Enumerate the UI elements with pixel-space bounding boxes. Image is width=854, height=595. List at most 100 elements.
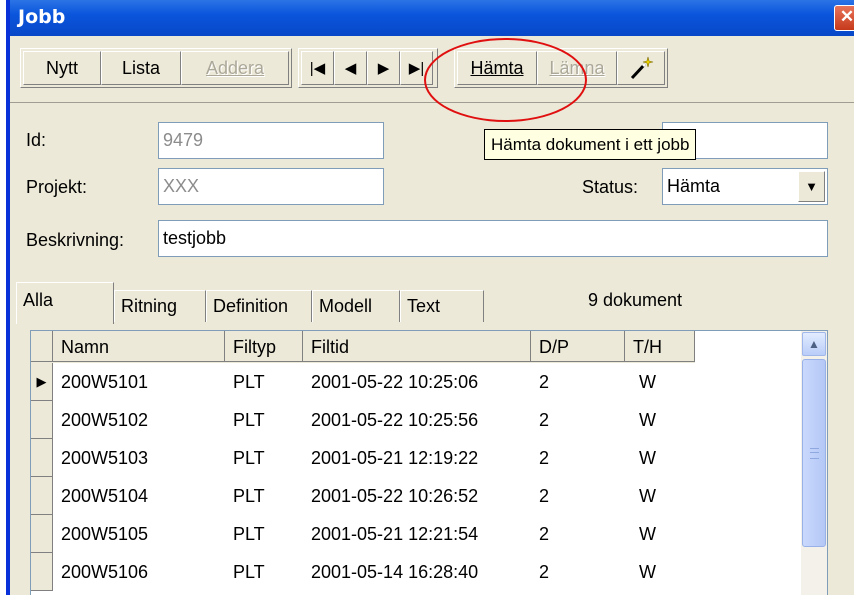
- table-cell: PLT: [233, 372, 265, 392]
- table-cell: PLT: [233, 524, 265, 544]
- previous-record-button[interactable]: ◀: [334, 51, 367, 85]
- table-cell: 2: [539, 562, 550, 582]
- tab-all[interactable]: Alla: [16, 282, 114, 324]
- submit-button-label: Lämna: [549, 57, 605, 78]
- document-count: 9 dokument: [588, 290, 683, 310]
- table-cell: PLT: [233, 410, 265, 430]
- table-row[interactable]: 200W5104 PLT 2001-05-22 10:26:52 2 W: [31, 477, 695, 515]
- scrollbar-thumb[interactable]: [802, 359, 826, 547]
- wizard-button[interactable]: [617, 51, 665, 85]
- new-button[interactable]: Nytt: [23, 51, 101, 85]
- table-row[interactable]: 200W5102 PLT 2001-05-22 10:25:56 2 W: [31, 401, 695, 439]
- documents-grid: Namn Filtyp Filtid D/P T/H ▶ 200W5101 PLT 2…: [30, 330, 828, 595]
- table-cell: W: [639, 410, 656, 430]
- tab-drawing[interactable]: Ritning: [114, 290, 206, 322]
- column-header-th[interactable]: T/H: [625, 331, 695, 362]
- job-details-form: Id: 9479 Projekt: XXX Status: Hämta ▼ Be…: [10, 102, 854, 272]
- project-field[interactable]: XXX: [158, 168, 384, 205]
- table-cell: PLT: [233, 562, 265, 582]
- first-record-button[interactable]: |◀: [301, 51, 334, 85]
- list-button[interactable]: Lista: [101, 51, 181, 85]
- row-selector[interactable]: [31, 477, 53, 515]
- table-cell: 2001-05-22 10:25:56: [311, 410, 479, 430]
- add-button-label: Addera: [205, 57, 265, 78]
- project-label: Projekt:: [26, 177, 88, 197]
- title-bar[interactable]: Jobb ✕: [10, 0, 854, 36]
- header-corner: [31, 331, 53, 362]
- table-cell: W: [639, 372, 656, 392]
- row-selector[interactable]: [31, 553, 53, 591]
- close-icon: ✕: [839, 7, 854, 26]
- table-cell: 2001-05-14 16:28:40: [311, 562, 479, 582]
- table-cell: 2001-05-22 10:25:06: [311, 372, 479, 392]
- description-field[interactable]: testjobb: [158, 220, 828, 257]
- row-selector[interactable]: [31, 401, 53, 439]
- edit-button-group: Nytt Lista Addera: [20, 48, 292, 88]
- add-button[interactable]: Addera: [181, 51, 289, 85]
- row-selector[interactable]: [31, 439, 53, 477]
- table-cell: 200W5106: [61, 562, 149, 582]
- tab-text[interactable]: Text: [400, 290, 484, 322]
- tab-model[interactable]: Modell: [312, 290, 400, 322]
- scroll-up-icon[interactable]: ▲: [802, 332, 826, 356]
- close-button[interactable]: ✕: [834, 5, 854, 31]
- fetch-button-label: Hämta: [470, 57, 524, 78]
- table-cell: PLT: [233, 448, 265, 468]
- toolbar: Nytt Lista Addera |◀ ◀ ▶ ▶| Hämta Lämna: [10, 36, 854, 103]
- new-button-label: Nytt: [45, 57, 78, 78]
- grid-header: Namn Filtyp Filtid D/P T/H: [31, 331, 695, 363]
- vertical-scrollbar[interactable]: ▲: [801, 331, 827, 595]
- navigation-button-group: |◀ ◀ ▶ ▶|: [298, 48, 438, 88]
- table-cell: 200W5101: [61, 372, 149, 392]
- id-field[interactable]: 9479: [158, 122, 384, 159]
- table-cell: 200W5103: [61, 448, 149, 468]
- table-cell: 2: [539, 448, 550, 468]
- table-cell: 2001-05-21 12:19:22: [311, 448, 479, 468]
- status-select[interactable]: Hämta ▼: [662, 168, 828, 205]
- grip-icon: [810, 448, 819, 459]
- next-icon: ▶: [377, 60, 390, 77]
- table-cell: W: [639, 448, 656, 468]
- table-cell: 2: [539, 524, 550, 544]
- table-row[interactable]: ▶ 200W5101 PLT 2001-05-22 10:25:06 2 W: [31, 363, 695, 401]
- table-cell: 200W5104: [61, 486, 149, 506]
- status-select-value: Hämta: [667, 176, 721, 196]
- table-cell: W: [639, 486, 656, 506]
- fetch-button[interactable]: Hämta: [457, 51, 537, 85]
- tab-definition[interactable]: Definition: [206, 290, 312, 322]
- dropdown-arrow-icon[interactable]: ▼: [798, 171, 825, 202]
- last-icon: ▶|: [408, 60, 425, 77]
- table-cell: 200W5102: [61, 410, 149, 430]
- table-row[interactable]: 200W5105 PLT 2001-05-21 12:21:54 2 W: [31, 515, 695, 553]
- first-icon: |◀: [309, 60, 326, 77]
- table-cell: 2: [539, 410, 550, 430]
- transfer-button-group: Hämta Lämna: [454, 48, 668, 88]
- table-cell: 2: [539, 486, 550, 506]
- id-label: Id:: [26, 130, 47, 150]
- column-header-filetime[interactable]: Filtid: [303, 331, 531, 362]
- table-cell: 2001-05-22 10:26:52: [311, 486, 479, 506]
- table-cell: PLT: [233, 486, 265, 506]
- description-label: Beskrivning:: [26, 230, 125, 250]
- current-row-indicator-icon[interactable]: ▶: [31, 363, 53, 401]
- column-header-dp[interactable]: D/P: [531, 331, 625, 362]
- document-tabs: Alla Ritning Definition Modell Text 9 do…: [10, 282, 854, 324]
- previous-icon: ◀: [344, 60, 357, 77]
- table-cell: 200W5105: [61, 524, 149, 544]
- table-row[interactable]: 200W5106 PLT 2001-05-14 16:28:40 2 W: [31, 553, 695, 591]
- job-window: Jobb ✕ Nytt Lista Addera |◀ ◀ ▶ ▶| Hämta…: [6, 0, 854, 595]
- table-row[interactable]: 200W5103 PLT 2001-05-21 12:19:22 2 W: [31, 439, 695, 477]
- list-button-label: Lista: [121, 57, 161, 78]
- table-cell: W: [639, 524, 656, 544]
- column-header-name[interactable]: Namn: [53, 331, 225, 362]
- table-cell: W: [639, 562, 656, 582]
- next-record-button[interactable]: ▶: [367, 51, 400, 85]
- submit-button[interactable]: Lämna: [537, 51, 617, 85]
- last-record-button[interactable]: ▶|: [400, 51, 433, 85]
- window-title: Jobb: [18, 6, 66, 28]
- column-header-filetype[interactable]: Filtyp: [225, 331, 303, 362]
- status-label: Status:: [582, 177, 639, 197]
- table-cell: 2: [539, 372, 550, 392]
- row-selector[interactable]: [31, 515, 53, 553]
- fetch-tooltip: Hämta dokument i ett jobb: [484, 129, 697, 160]
